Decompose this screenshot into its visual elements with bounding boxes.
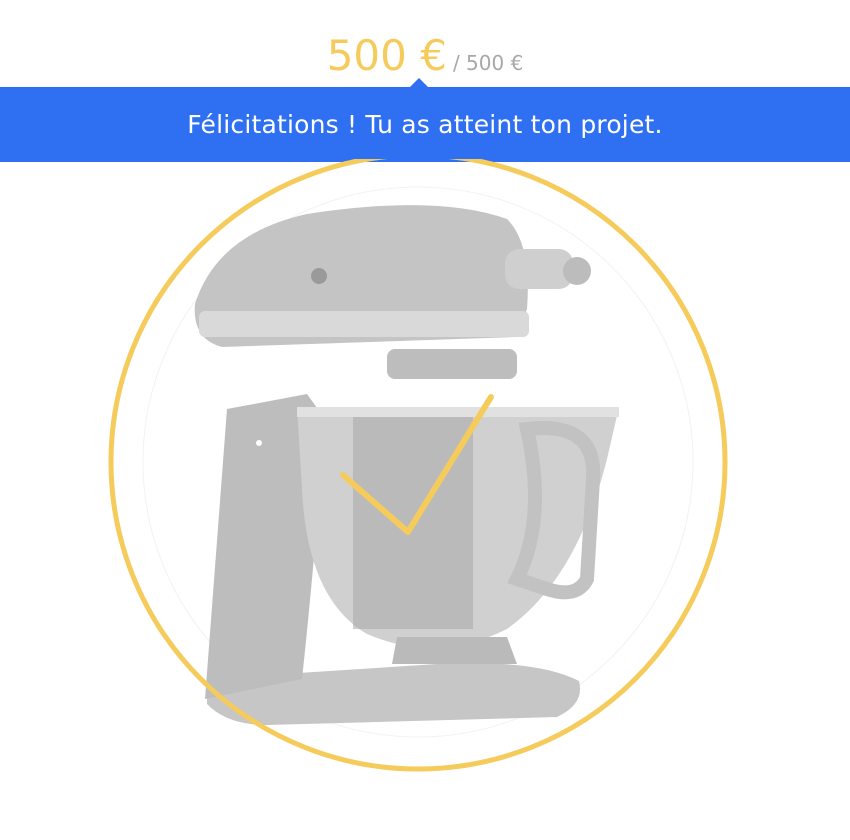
congratulations-message: Félicitations ! Tu as atteint ton projet… bbox=[187, 110, 663, 139]
amount-saved: 500 € bbox=[326, 31, 447, 80]
congratulations-banner: Félicitations ! Tu as atteint ton projet… bbox=[0, 78, 850, 162]
savings-amount: 500 € / 500 € bbox=[0, 28, 850, 84]
project-progress[interactable] bbox=[107, 159, 729, 773]
amount-goal: / 500 € bbox=[452, 51, 524, 75]
progress-graphic bbox=[108, 159, 728, 772]
project-completed-screen: 500 € / 500 € Félicitations ! Tu as atte… bbox=[0, 0, 850, 840]
banner-pointer bbox=[410, 78, 428, 87]
